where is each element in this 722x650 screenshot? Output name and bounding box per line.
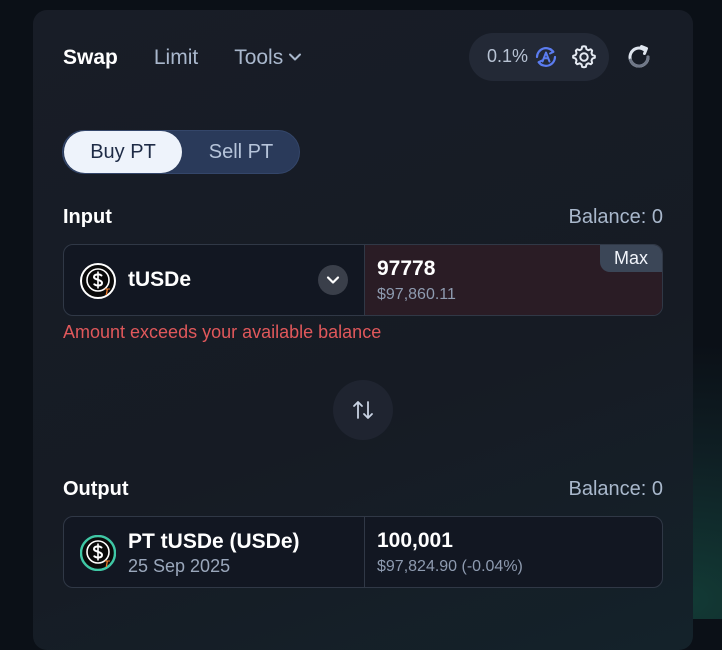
input-label: Input	[63, 206, 112, 228]
gear-icon[interactable]	[570, 43, 598, 71]
balance-error-message: Amount exceeds your available balance	[63, 322, 382, 342]
input-usd-value: $97,860.11	[377, 286, 456, 303]
input-amount[interactable]: 97778	[377, 257, 435, 281]
max-button[interactable]: Max	[600, 245, 662, 272]
input-box: T tUSDe 97778 $97,860.11 Max	[63, 244, 663, 316]
sell-pt-option[interactable]: Sell PT	[183, 131, 299, 173]
pt-tusde-token-icon: T	[79, 534, 117, 572]
slippage-value: 0.1%	[487, 46, 529, 66]
auto-slippage-icon[interactable]	[533, 44, 559, 70]
tab-swap[interactable]: Swap	[63, 46, 118, 70]
tab-tools[interactable]: Tools	[234, 46, 302, 70]
refresh-icon[interactable]	[624, 42, 654, 72]
output-token-info: T PT tUSDe (USDe) 25 Sep 2025	[64, 517, 364, 587]
output-amount-area: 100,001 $97,824.90 (-0.04%)	[364, 517, 662, 587]
output-maturity-date: 25 Sep 2025	[128, 556, 231, 576]
chevron-down-icon	[288, 46, 302, 70]
swap-direction-button[interactable]	[333, 380, 393, 440]
input-token-name: tUSDe	[128, 268, 192, 291]
output-amount: 100,001	[377, 529, 453, 552]
tusde-token-icon: T	[80, 263, 116, 299]
settings-pill[interactable]: 0.1%	[469, 33, 609, 81]
output-token-name: PT tUSDe (USDe)	[128, 530, 300, 553]
output-label: Output	[63, 478, 129, 500]
output-box: T PT tUSDe (USDe) 25 Sep 2025 100,001 $9…	[63, 516, 663, 588]
tab-limit[interactable]: Limit	[154, 46, 198, 70]
input-amount-area[interactable]: 97778 $97,860.11 Max	[364, 245, 662, 315]
output-usd-value: $97,824.90 (-0.04%)	[377, 558, 523, 575]
token-dropdown-button[interactable]	[318, 265, 348, 295]
output-balance: Balance: 0	[568, 478, 663, 500]
buy-pt-option[interactable]: Buy PT	[64, 131, 182, 173]
input-balance: Balance: 0	[568, 206, 663, 228]
input-token-selector[interactable]: T tUSDe	[64, 245, 364, 315]
swap-nav: Swap Limit Tools	[63, 44, 338, 72]
buy-sell-toggle: Buy PT Sell PT	[62, 130, 300, 174]
